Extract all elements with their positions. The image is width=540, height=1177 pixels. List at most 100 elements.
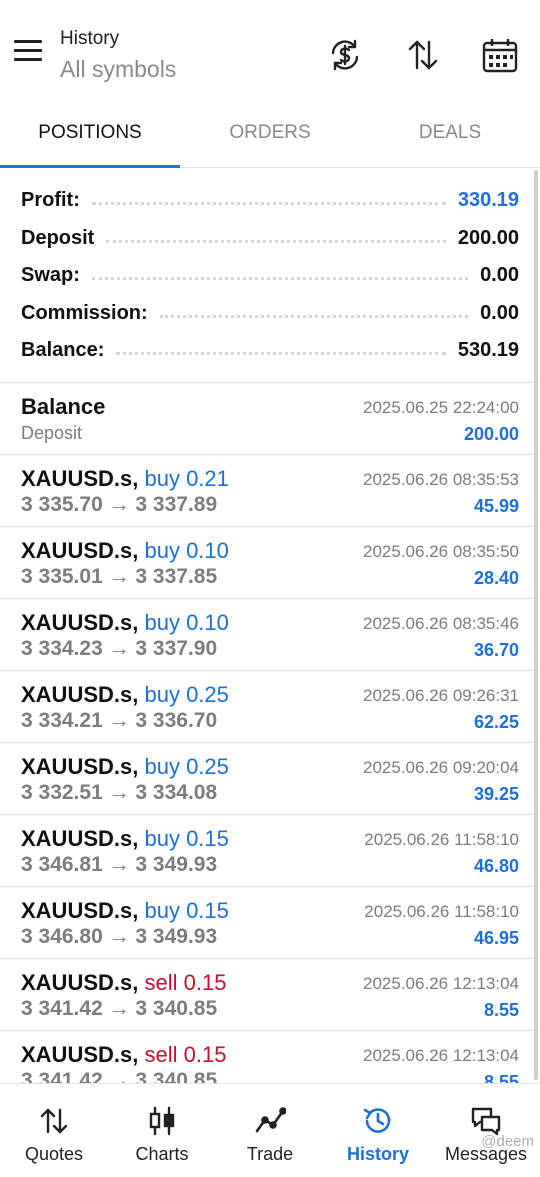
summary-row-swap: Swap: 0.00: [0, 257, 540, 295]
balance-entry-subtitle: Deposit: [21, 423, 83, 443]
position-side-volume: buy 0.21: [144, 466, 229, 491]
watermark: @deem: [481, 1133, 534, 1150]
list-item-position[interactable]: XAUUSD.s, buy 0.15 3 346.81 → 3 349.93 202…: [0, 815, 540, 887]
summary-row-profit: Profit: 330.19: [0, 182, 540, 220]
balance-entry-amount: 200.00: [463, 424, 519, 444]
commission-label: Commission:: [21, 301, 148, 324]
position-prices: 3 334.23 → 3 337.90: [21, 637, 218, 660]
position-profit: 36.70: [473, 640, 519, 660]
dotted-leader: [159, 314, 469, 318]
position-symbol: XAUUSD.s,: [21, 826, 139, 851]
deposit-label: Deposit: [21, 226, 95, 249]
position-profit: 8.55: [483, 1072, 519, 1083]
positions-container: XAUUSD.s, buy 0.21 3 335.70 → 3 337.89 202…: [0, 455, 540, 1083]
nav-trade[interactable]: Trade: [216, 1084, 324, 1177]
position-prices: 3 341.42 → 3 340.85: [21, 1069, 218, 1083]
position-prices: 3 341.42 → 3 340.85: [21, 997, 218, 1020]
position-datetime: 2025.06.26 11:58:10: [364, 902, 519, 921]
summary-row-balance: Balance: 530.19: [0, 332, 540, 370]
position-profit: 39.25: [473, 784, 519, 804]
list-item-position[interactable]: XAUUSD.s, buy 0.25 3 334.21 → 3 336.70 202…: [0, 671, 540, 743]
summary-row-deposit: Deposit 200.00: [0, 220, 540, 258]
position-symbol: XAUUSD.s,: [21, 754, 139, 779]
position-side-volume: buy 0.10: [144, 610, 229, 635]
position-profit: 28.40: [473, 568, 519, 588]
position-datetime: 2025.06.26 12:13:04: [363, 974, 519, 993]
position-prices: 3 346.81 → 3 349.93: [21, 853, 218, 876]
position-symbol: XAUUSD.s,: [21, 898, 139, 923]
position-datetime: 2025.06.26 09:26:31: [363, 686, 519, 705]
position-prices: 3 335.01 → 3 337.85: [21, 565, 218, 588]
position-side-volume: buy 0.25: [144, 682, 229, 707]
list-item-position[interactable]: XAUUSD.s, buy 0.15 3 346.80 → 3 349.93 202…: [0, 887, 540, 959]
position-prices: 3 334.21 → 3 336.70: [21, 709, 218, 732]
dotted-leader: [106, 239, 446, 243]
position-profit: 46.80: [473, 856, 519, 876]
tab-positions[interactable]: POSITIONS: [0, 100, 180, 168]
position-line1: XAUUSD.s, buy 0.15: [21, 826, 229, 852]
position-prices: 3 335.70 → 3 337.89: [21, 493, 218, 516]
list-item-position[interactable]: XAUUSD.s, buy 0.25 3 332.51 → 3 334.08 202…: [0, 743, 540, 815]
summary-row-commission: Commission: 0.00: [0, 295, 540, 333]
profit-label: Profit:: [21, 189, 80, 212]
tab-deals[interactable]: DEALS: [360, 100, 540, 167]
position-line1: XAUUSD.s, buy 0.25: [21, 682, 229, 708]
header-title-block[interactable]: History All symbols: [60, 28, 176, 82]
position-datetime: 2025.06.26 08:35:46: [363, 614, 519, 633]
trade-line-icon: [255, 1107, 286, 1133]
position-line1: XAUUSD.s, buy 0.10: [21, 610, 229, 636]
position-profit: 45.99: [473, 496, 519, 516]
nav-history[interactable]: History: [324, 1084, 432, 1177]
nav-label: Quotes: [24, 1144, 84, 1164]
position-side-volume: buy 0.25: [144, 754, 229, 779]
swap-label: Swap:: [21, 264, 80, 287]
list-item-position[interactable]: XAUUSD.s, sell 0.15 3 341.42 → 3 340.85 20…: [0, 959, 540, 1031]
balance-entry-title: Balance: [21, 394, 106, 419]
list-item-position[interactable]: XAUUSD.s, sell 0.15 3 341.42 → 3 340.85 20…: [0, 1031, 540, 1083]
position-datetime: 2025.06.26 09:20:04: [363, 758, 519, 777]
candlestick-icon: [149, 1106, 175, 1136]
nav-quotes[interactable]: Quotes: [0, 1084, 108, 1177]
position-symbol: XAUUSD.s,: [21, 970, 139, 995]
position-side-volume: sell 0.15: [144, 970, 227, 995]
position-symbol: XAUUSD.s,: [21, 682, 139, 707]
history-tabs: POSITIONS ORDERS DEALS: [0, 100, 540, 168]
nav-label: History: [346, 1144, 409, 1164]
position-datetime: 2025.06.26 12:13:04: [363, 1046, 519, 1065]
position-datetime: 2025.06.26 11:58:10: [364, 830, 519, 849]
position-profit: 8.55: [483, 1000, 519, 1020]
position-symbol: XAUUSD.s,: [21, 466, 139, 491]
nav-charts[interactable]: Charts: [108, 1084, 216, 1177]
sort-icon[interactable]: [404, 36, 442, 74]
swap-value: 0.00: [480, 264, 519, 287]
deposit-value: 200.00: [457, 226, 519, 249]
profit-value: 330.19: [457, 189, 519, 212]
list-item-position[interactable]: XAUUSD.s, buy 0.21 3 335.70 → 3 337.89 202…: [0, 455, 540, 527]
balance-entry-line1: Balance: [21, 394, 105, 420]
nav-label: Charts: [135, 1144, 189, 1164]
position-datetime: 2025.06.26 08:35:53: [363, 470, 519, 489]
calendar-icon[interactable]: [481, 36, 519, 74]
position-profit: 62.25: [473, 712, 519, 732]
dotted-leader: [116, 352, 446, 356]
nav-messages[interactable]: Messages: [432, 1084, 540, 1177]
list-item-position[interactable]: XAUUSD.s, buy 0.10 3 334.23 → 3 337.90 202…: [0, 599, 540, 671]
position-side-volume: sell 0.15: [144, 1042, 227, 1067]
list-item-balance[interactable]: Balance Deposit 2025.06.25 22:24:00 200.…: [0, 383, 540, 455]
position-line1: XAUUSD.s, sell 0.15: [21, 970, 226, 996]
position-symbol: XAUUSD.s,: [21, 538, 139, 563]
position-prices: 3 332.51 → 3 334.08: [21, 781, 218, 804]
balance-entry-datetime: 2025.06.25 22:24:00: [363, 398, 519, 417]
hamburger-menu-icon[interactable]: [14, 40, 46, 68]
scrollbar[interactable]: [534, 170, 538, 1080]
tab-orders[interactable]: ORDERS: [180, 100, 360, 167]
account-summary: Profit: 330.19 Deposit 200.00 Swap: 0.00…: [0, 168, 540, 383]
balance-label: Balance:: [21, 339, 105, 362]
position-line1: XAUUSD.s, buy 0.25: [21, 754, 229, 780]
positions-list[interactable]: Balance Deposit 2025.06.25 22:24:00 200.…: [0, 383, 540, 1083]
list-item-position[interactable]: XAUUSD.s, buy 0.10 3 335.01 → 3 337.85 202…: [0, 527, 540, 599]
app-header: History All symbols: [0, 0, 540, 100]
currency-sync-icon[interactable]: [326, 36, 364, 74]
position-prices: 3 346.80 → 3 349.93: [21, 925, 218, 948]
position-symbol: XAUUSD.s,: [21, 610, 139, 635]
